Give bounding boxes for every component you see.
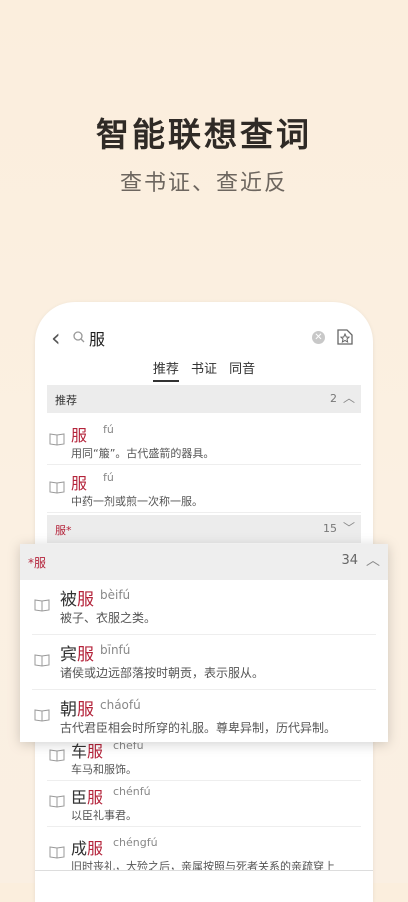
book-icon	[49, 846, 65, 859]
popup-list: 被服 bèifú 被子、衣服之类。 宾服 bīnfú 诸侯或边远部落按时朝贡，表…	[20, 580, 388, 742]
section-header-fu-star[interactable]: 服* 15 ﹀	[47, 515, 361, 543]
book-icon	[49, 795, 65, 808]
book-icon	[34, 654, 50, 667]
expanded-section-popup: *服 34 ︿ 被服 bèifú 被子、衣服之类。 宾服 bīnfú 诸侯或边远…	[20, 544, 388, 742]
chevron-down-icon: ﹀	[342, 521, 355, 535]
entry-pinyin: bèifú	[100, 588, 131, 602]
section-count: 34	[341, 553, 358, 568]
section-count: 15	[323, 522, 337, 535]
entry-word: 被服	[60, 590, 94, 610]
book-icon	[34, 709, 50, 722]
book-icon	[49, 749, 65, 762]
entry-word: 成服	[71, 839, 104, 858]
chevron-up-icon: ︿	[366, 553, 380, 569]
entry-definition: 车马和服饰。	[71, 763, 137, 776]
entry-pinyin: fú	[103, 423, 114, 436]
list-item[interactable]: 服 fú 中药一剂或煎一次称一服。	[47, 466, 361, 513]
book-icon	[49, 481, 65, 494]
back-icon[interactable]: ‹	[51, 324, 61, 352]
list-item[interactable]: 朝服 cháofú 古代君臣相会时所穿的礼服。尊卑异制，历代异制。	[32, 690, 376, 744]
list-item[interactable]: 服 fú 用同“箙”。古代盛箭的器具。	[47, 418, 361, 465]
entry-pinyin: bīnfú	[100, 643, 131, 657]
entry-word: 臣服	[71, 788, 104, 807]
entry-pinyin: cháofú	[100, 698, 141, 712]
entry-definition: 中药一剂或煎一次称一服。	[71, 495, 203, 508]
search-input[interactable]: 服	[89, 326, 105, 350]
entry-definition: 诸侯或边远部落按时朝贡，表示服从。	[60, 666, 265, 680]
clear-icon[interactable]: ✕	[312, 331, 325, 344]
section-header-recommend[interactable]: 推荐 2 ︿	[47, 385, 361, 413]
tab-bar: 推荐 书证 同音	[35, 358, 373, 382]
list-item[interactable]: 宾服 bīnfú 诸侯或边远部落按时朝贡，表示服从。	[32, 635, 376, 690]
search-icon	[73, 331, 85, 343]
bookmark-star-icon[interactable]	[335, 327, 355, 347]
bottom-toolbar	[35, 870, 373, 884]
entry-pinyin: chénfú	[113, 785, 151, 798]
entry-word: 宾服	[60, 645, 94, 665]
tab-recommend[interactable]: 推荐	[152, 358, 179, 382]
section-label: *服	[28, 556, 47, 570]
book-icon	[49, 433, 65, 446]
section-count: 2	[330, 392, 337, 405]
entry-word: 服	[71, 426, 88, 445]
entry-word: 服	[71, 474, 88, 493]
chevron-up-icon: ︿	[342, 391, 355, 405]
entry-definition: 以臣礼事君。	[71, 809, 137, 822]
tab-homophones[interactable]: 同音	[229, 358, 255, 380]
book-icon	[34, 599, 50, 612]
hero-subtitle: 查书证、查近反	[119, 171, 288, 196]
entry-pinyin: fú	[103, 471, 114, 484]
entry-pinyin: chéngfú	[113, 836, 158, 849]
section-label: 推荐	[55, 394, 77, 407]
search-bar: ‹ 服 ✕	[49, 324, 359, 352]
section-header-star-fu[interactable]: *服 34 ︿	[20, 544, 388, 580]
list-item[interactable]: 被服 bèifú 被子、衣服之类。	[32, 580, 376, 635]
tab-citations[interactable]: 书证	[191, 358, 217, 380]
entry-definition: 被子、衣服之类。	[60, 611, 157, 625]
hero-title: 智能联想查词	[96, 115, 312, 154]
entry-definition: 古代君臣相会时所穿的礼服。尊卑异制，历代异制。	[60, 721, 337, 735]
section-label: 服*	[55, 524, 72, 537]
entry-definition: 用同“箙”。古代盛箭的器具。	[71, 447, 215, 460]
entry-word: 朝服	[60, 700, 94, 720]
list-item[interactable]: 臣服 chénfú 以臣礼事君。	[47, 780, 361, 827]
